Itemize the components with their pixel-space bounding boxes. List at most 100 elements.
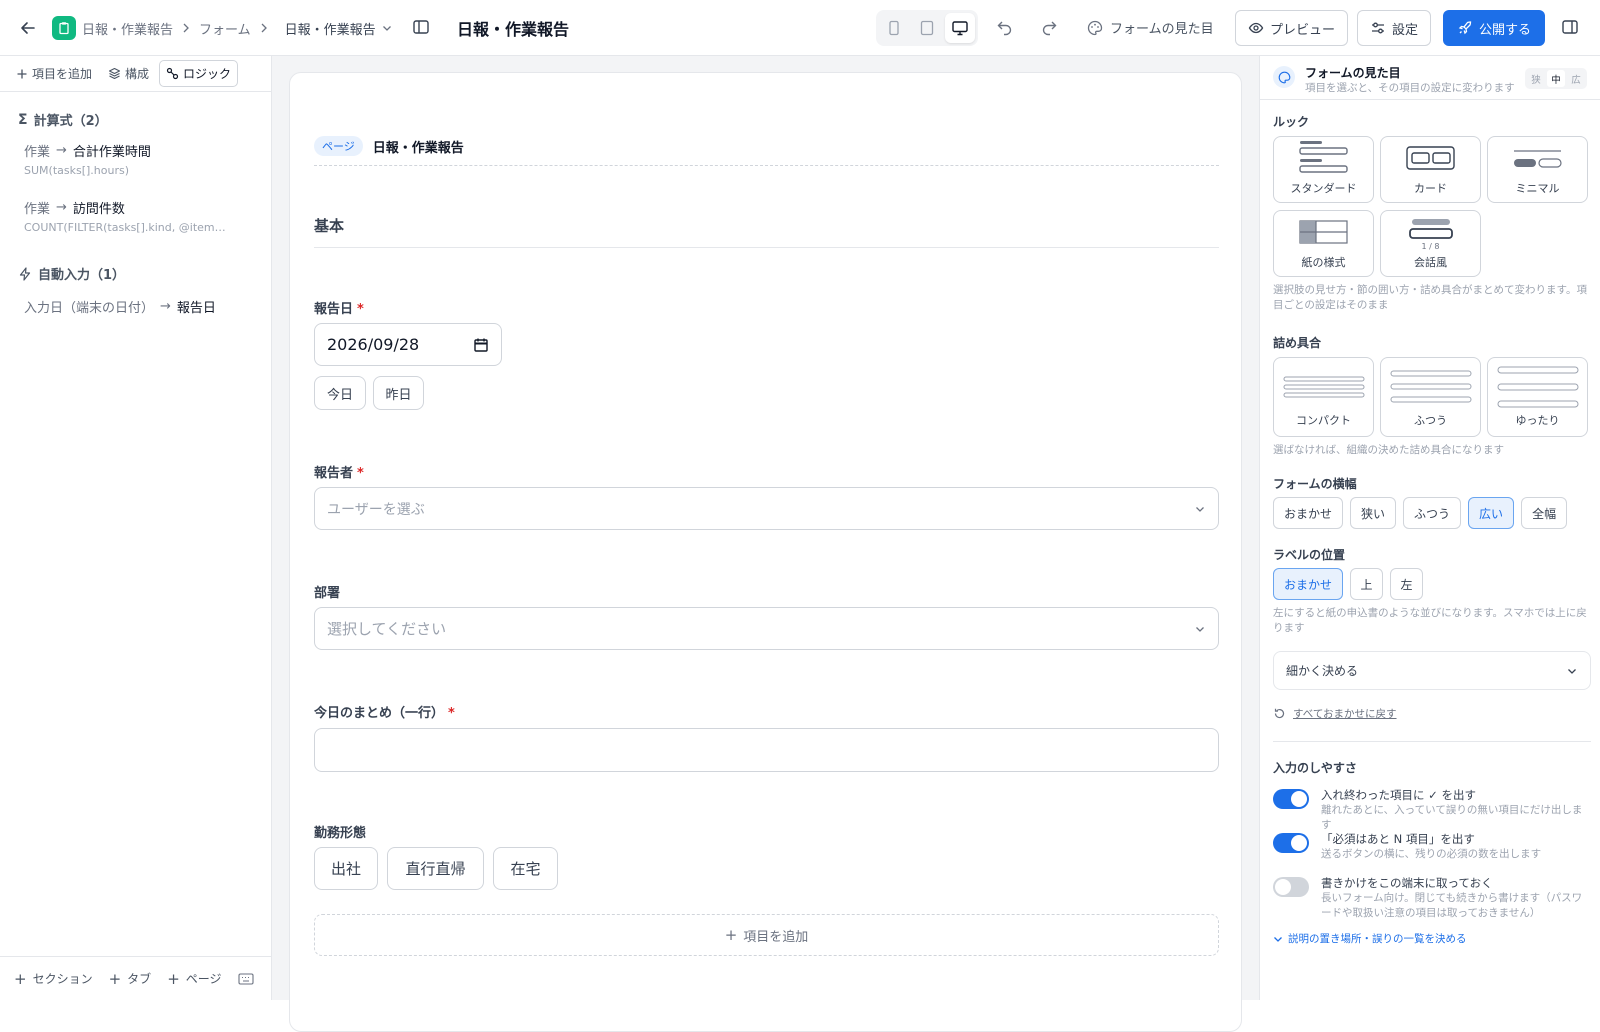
labelpos-top[interactable]: 上 bbox=[1350, 568, 1384, 600]
formulas-heading: Σ 計算式（2） bbox=[0, 110, 126, 130]
reset-link[interactable]: すべておまかせに戻す bbox=[1273, 706, 1397, 721]
density-compact[interactable]: コンパクト bbox=[1273, 357, 1374, 437]
compact-density-icon bbox=[1283, 376, 1364, 398]
form-paper: ページ 日報・作業報告 基本 報告日 * 2026/09/28 今日 昨日 報告者… bbox=[289, 72, 1242, 1032]
look-step-indicator: 1 / 8 bbox=[1421, 242, 1440, 251]
summary-input[interactable] bbox=[314, 728, 1219, 772]
draft-save-toggle[interactable] bbox=[1273, 877, 1309, 897]
size-narrow[interactable]: 狭 bbox=[1527, 70, 1545, 87]
undo-button[interactable] bbox=[996, 18, 1014, 36]
reporter-field-label: 報告者 * bbox=[314, 462, 364, 481]
plus-icon: + bbox=[167, 969, 180, 988]
width-wide[interactable]: 広い bbox=[1468, 497, 1515, 529]
page-badge: ページ bbox=[314, 136, 363, 156]
appearance-button[interactable]: フォームの見た目 bbox=[1087, 18, 1214, 37]
density-relaxed[interactable]: ゆったり bbox=[1487, 357, 1588, 437]
autofill-heading: 自動入力（1） bbox=[0, 264, 143, 283]
autofill-rule[interactable]: 入力日（端末の日付） → 報告日 bbox=[0, 297, 240, 316]
panel-toggle-button[interactable] bbox=[1561, 18, 1579, 36]
width-full[interactable]: 全幅 bbox=[1521, 497, 1568, 529]
formula-section: 作業 bbox=[24, 202, 51, 217]
required-mark: * bbox=[357, 302, 364, 317]
keyboard-icon[interactable] bbox=[237, 972, 254, 985]
redo-button[interactable] bbox=[1040, 18, 1058, 36]
tab-structure[interactable]: 構成 bbox=[102, 61, 155, 86]
add-page-button[interactable]: + ページ bbox=[167, 970, 221, 988]
date-field-label-text: 報告日 bbox=[314, 302, 354, 317]
form-canvas: ページ 日報・作業報告 基本 報告日 * 2026/09/28 今日 昨日 報告者… bbox=[272, 56, 1259, 1032]
work-style-field-label: 勤務形態 bbox=[314, 826, 367, 841]
size-medium[interactable]: 中 bbox=[1547, 70, 1565, 87]
look-note: 選択肢の見せ方・節の囲い方・詰め具合がまとめて変わります。項目ごとの設定はそのま… bbox=[1273, 284, 1587, 311]
work-option-office[interactable]: 出社 bbox=[314, 847, 378, 890]
ease-heading: 入力のしやすさ bbox=[1273, 761, 1357, 775]
preview-button[interactable]: プレビュー bbox=[1235, 10, 1349, 46]
look-paper-label: 紙の様式 bbox=[1301, 256, 1346, 269]
look-chat[interactable]: 1 / 8 会話風 bbox=[1380, 210, 1481, 277]
work-option-remote[interactable]: 在宅 bbox=[493, 847, 558, 890]
labelpos-auto[interactable]: おまかせ bbox=[1273, 568, 1344, 600]
density-normal[interactable]: ふつう bbox=[1380, 357, 1481, 437]
required-count-toggle[interactable] bbox=[1273, 833, 1309, 853]
phone-view-button[interactable] bbox=[879, 13, 909, 43]
breadcrumb-app[interactable]: 日報・作業報告 bbox=[82, 19, 173, 38]
date-input-value: 2026/09/28 bbox=[327, 335, 420, 354]
arrow-left-icon bbox=[18, 18, 38, 38]
look-paper[interactable]: 紙の様式 bbox=[1273, 210, 1374, 277]
desktop-view-button[interactable] bbox=[945, 13, 975, 43]
density-relaxed-label: ゆったり bbox=[1515, 414, 1560, 427]
relaxed-density-icon bbox=[1497, 366, 1578, 408]
formula-rule[interactable]: 作業 → 訪問件数 COUNT(FILTER(tasks[].kind, @it… bbox=[0, 198, 250, 234]
page-name[interactable]: 日報・作業報告 bbox=[373, 137, 464, 156]
tab-logic[interactable]: ロジック bbox=[159, 60, 239, 87]
width-narrow[interactable]: 狭い bbox=[1350, 497, 1397, 529]
autofill-source: 入力日（端末の日付） bbox=[24, 301, 155, 316]
size-wide[interactable]: 広 bbox=[1567, 70, 1585, 87]
required-count-toggle-title: 「必須はあと N 項目」を出す bbox=[1321, 832, 1475, 846]
summary-field-label: 今日のまとめ（一行） * bbox=[314, 702, 455, 721]
width-auto[interactable]: おまかせ bbox=[1273, 497, 1344, 529]
tab-add-item[interactable]: 項目を追加 bbox=[10, 61, 98, 86]
toggle-knob bbox=[1275, 879, 1291, 895]
breadcrumb-forms[interactable]: フォーム bbox=[199, 19, 251, 38]
work-option-direct[interactable]: 直行直帰 bbox=[387, 847, 484, 890]
density-heading: 詰め具合 bbox=[1273, 336, 1322, 350]
labelpos-left[interactable]: 左 bbox=[1390, 568, 1424, 600]
plus-icon bbox=[16, 68, 28, 80]
section-title[interactable]: 基本 bbox=[314, 215, 344, 236]
formula-expression: SUM(tasks[].hours) bbox=[24, 164, 129, 177]
sidebar-toggle-button[interactable] bbox=[412, 18, 430, 36]
standard-look-icon bbox=[1298, 141, 1348, 173]
date-input[interactable]: 2026/09/28 bbox=[314, 323, 502, 366]
detail-settings-select[interactable]: 細かく決める bbox=[1273, 651, 1591, 690]
add-item-button[interactable]: + 項目を追加 bbox=[314, 914, 1219, 956]
formula-rule[interactable]: 作業 → 合計作業時間 SUM(tasks[].hours) bbox=[0, 141, 250, 177]
autofill-heading-label: 自動入力（1） bbox=[38, 268, 126, 283]
add-section-label: セクション bbox=[32, 972, 93, 986]
more-settings-link[interactable]: 説明の置き場所・誤りの一覧を決める bbox=[1273, 931, 1467, 946]
chevron-down-icon bbox=[1566, 665, 1578, 677]
add-section-button[interactable]: + セクション bbox=[14, 970, 93, 988]
sidebar-icon bbox=[412, 18, 430, 36]
sliders-icon bbox=[1370, 20, 1386, 36]
plus-icon: + bbox=[108, 969, 122, 988]
checkmark-toggle-title: 入れ終わった項目に ✓ を出す bbox=[1321, 788, 1476, 802]
dept-select[interactable]: 選択してください bbox=[314, 607, 1219, 650]
form-switcher[interactable]: 日報・作業報告 bbox=[285, 19, 392, 38]
publish-button[interactable]: 公開する bbox=[1443, 10, 1546, 46]
tablet-view-button[interactable] bbox=[912, 13, 942, 43]
look-card[interactable]: カード bbox=[1380, 136, 1481, 203]
add-tab-button[interactable]: + タブ bbox=[109, 970, 152, 988]
checkmark-toggle[interactable] bbox=[1273, 789, 1309, 809]
clipboard-icon bbox=[52, 16, 76, 40]
settings-button[interactable]: 設定 bbox=[1357, 10, 1432, 46]
today-button[interactable]: 今日 bbox=[314, 376, 366, 410]
look-standard[interactable]: スタンダード bbox=[1273, 136, 1374, 203]
calendar-icon[interactable] bbox=[473, 337, 489, 353]
back-button[interactable] bbox=[18, 18, 38, 38]
width-normal[interactable]: ふつう bbox=[1403, 497, 1462, 529]
reporter-select[interactable]: ユーザーを選ぶ bbox=[314, 487, 1219, 530]
yesterday-button[interactable]: 昨日 bbox=[373, 376, 424, 410]
panel-divider bbox=[1273, 741, 1591, 742]
look-minimal[interactable]: ミニマル bbox=[1487, 136, 1588, 203]
